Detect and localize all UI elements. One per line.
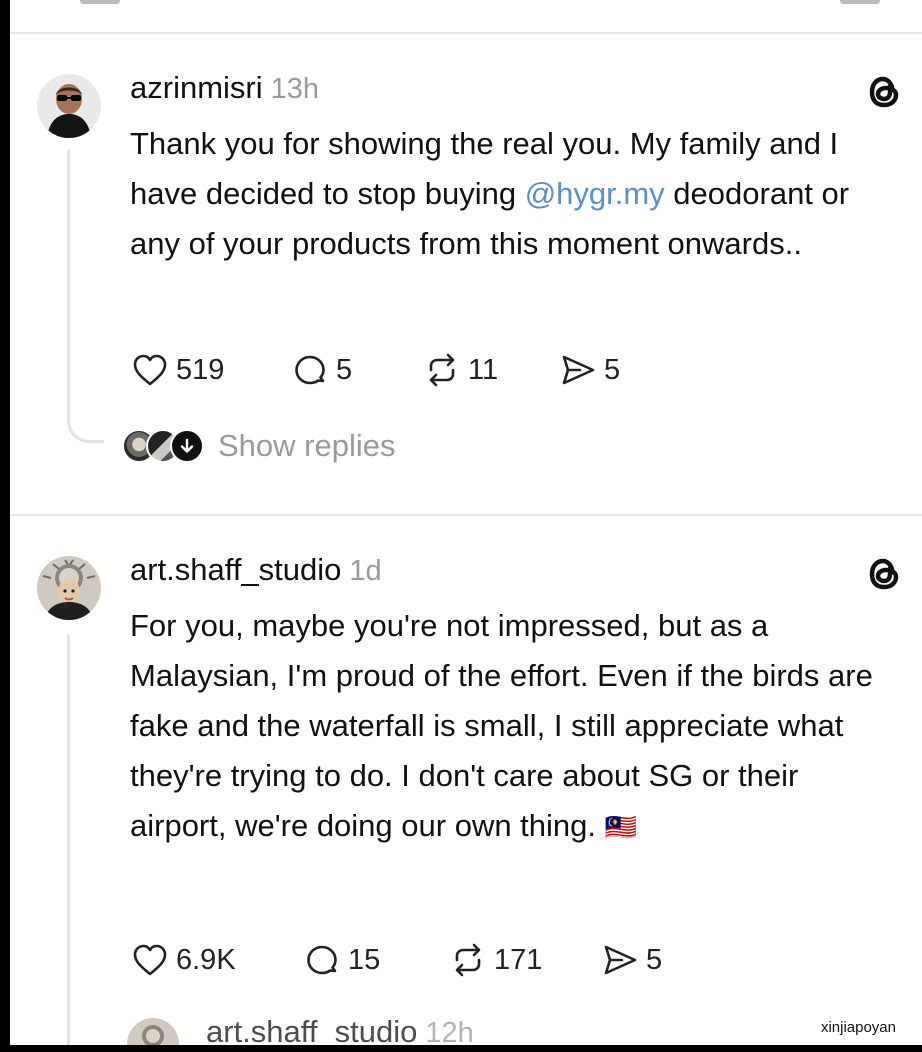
- post-body: Thank you for showing the real you. My f…: [130, 126, 850, 261]
- heart-icon: [133, 354, 167, 386]
- send-icon: [562, 355, 595, 385]
- timestamp: 13h: [270, 73, 320, 105]
- mention-link[interactable]: @hygr.my: [525, 176, 665, 211]
- reply-thread-line: [67, 634, 70, 1045]
- watermark: xinjiapoyan: [816, 1017, 900, 1038]
- reply-count: 5: [336, 353, 353, 386]
- threads-logo-icon[interactable]: [862, 70, 906, 114]
- post-divider: [10, 514, 922, 516]
- reply-avatars: [122, 429, 204, 463]
- heart-icon: [133, 944, 167, 976]
- reply-thread-line: [67, 150, 70, 412]
- like-count: 519: [176, 353, 225, 386]
- malaysia-flag-emoji: 🇲🇾: [604, 812, 638, 842]
- timestamp: 1d: [349, 555, 382, 587]
- comment-icon: [307, 945, 337, 975]
- share-button[interactable]: 5: [600, 940, 662, 980]
- repost-icon: [429, 353, 455, 387]
- arrow-down-icon: [170, 429, 204, 463]
- reply-button[interactable]: 15: [302, 940, 448, 980]
- reply-thread-curve: [67, 408, 104, 443]
- post-divider: [10, 32, 922, 34]
- share-count: 5: [646, 943, 663, 976]
- repost-icon: [455, 943, 481, 977]
- show-replies-button[interactable]: Show replies: [122, 428, 395, 464]
- repost-count: 171: [494, 943, 543, 976]
- username[interactable]: art.shaff_studio: [130, 552, 341, 587]
- reply-button[interactable]: 5: [290, 350, 422, 390]
- comment-icon: [295, 355, 325, 385]
- repost-button[interactable]: 171: [448, 940, 600, 980]
- post-actions: 519 5 11 5: [130, 350, 620, 390]
- reply-count: 15: [348, 943, 381, 976]
- post-header-art-shaff-studio: art.shaff_studio 1d: [130, 552, 382, 588]
- previous-post-action-stub: [80, 0, 120, 4]
- like-count: 6.9K: [176, 943, 236, 976]
- avatar-art-shaff-studio-reply[interactable]: [127, 1018, 179, 1045]
- post-actions: 6.9K 15 171 5: [130, 940, 662, 980]
- share-button[interactable]: 5: [558, 350, 620, 390]
- show-replies-label: Show replies: [218, 428, 396, 463]
- timestamp: 12h: [425, 1017, 474, 1045]
- share-count: 5: [604, 353, 621, 386]
- threads-feed-screen: azrinmisri 13h Thank you for showing the …: [10, 0, 922, 1045]
- username[interactable]: art.shaff_studio: [206, 1014, 417, 1045]
- avatar-azrinmisri[interactable]: [37, 74, 101, 138]
- threads-logo-icon[interactable]: [862, 552, 906, 596]
- avatar-art-shaff-studio[interactable]: [37, 556, 101, 620]
- previous-post-action-stub-right: [840, 0, 880, 4]
- repost-button[interactable]: 11: [422, 350, 558, 390]
- post-header-azrinmisri: azrinmisri 13h: [130, 70, 319, 106]
- send-icon: [604, 945, 637, 975]
- like-button[interactable]: 6.9K: [130, 940, 302, 980]
- repost-count: 11: [468, 353, 499, 386]
- post-header-art-shaff-studio-reply: art.shaff_studio 12h: [206, 1014, 474, 1045]
- like-button[interactable]: 519: [130, 350, 290, 390]
- post-body: For you, maybe you're not impressed, but…: [130, 608, 873, 843]
- username[interactable]: azrinmisri: [130, 70, 263, 105]
